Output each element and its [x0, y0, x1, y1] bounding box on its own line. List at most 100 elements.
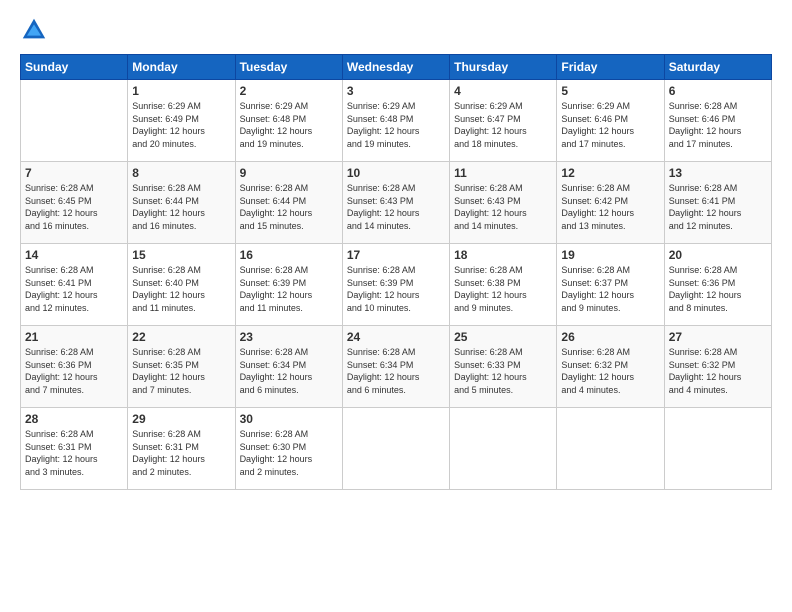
- calendar-cell: 26 Sunrise: 6:28 AM Sunset: 6:32 PM Dayli…: [557, 326, 664, 408]
- calendar-body: 1 Sunrise: 6:29 AM Sunset: 6:49 PM Daylig…: [21, 80, 772, 490]
- day-info: Sunrise: 6:28 AM Sunset: 6:43 PM Dayligh…: [454, 182, 552, 232]
- day-info: Sunrise: 6:29 AM Sunset: 6:47 PM Dayligh…: [454, 100, 552, 150]
- day-number: 23: [240, 330, 338, 344]
- day-info: Sunrise: 6:28 AM Sunset: 6:32 PM Dayligh…: [669, 346, 767, 396]
- day-number: 25: [454, 330, 552, 344]
- day-header: Tuesday: [235, 55, 342, 80]
- calendar-cell: 24 Sunrise: 6:28 AM Sunset: 6:34 PM Dayli…: [342, 326, 449, 408]
- day-info: Sunrise: 6:28 AM Sunset: 6:34 PM Dayligh…: [347, 346, 445, 396]
- day-info: Sunrise: 6:28 AM Sunset: 6:31 PM Dayligh…: [132, 428, 230, 478]
- day-info: Sunrise: 6:28 AM Sunset: 6:32 PM Dayligh…: [561, 346, 659, 396]
- calendar-cell: 22 Sunrise: 6:28 AM Sunset: 6:35 PM Dayli…: [128, 326, 235, 408]
- day-info: Sunrise: 6:28 AM Sunset: 6:44 PM Dayligh…: [240, 182, 338, 232]
- day-number: 11: [454, 166, 552, 180]
- calendar-cell: 19 Sunrise: 6:28 AM Sunset: 6:37 PM Dayli…: [557, 244, 664, 326]
- calendar-cell: 5 Sunrise: 6:29 AM Sunset: 6:46 PM Daylig…: [557, 80, 664, 162]
- day-number: 28: [25, 412, 123, 426]
- day-info: Sunrise: 6:28 AM Sunset: 6:38 PM Dayligh…: [454, 264, 552, 314]
- day-number: 20: [669, 248, 767, 262]
- day-number: 26: [561, 330, 659, 344]
- calendar-header: SundayMondayTuesdayWednesdayThursdayFrid…: [21, 55, 772, 80]
- calendar-cell: [342, 408, 449, 490]
- day-number: 7: [25, 166, 123, 180]
- logo-icon: [20, 16, 48, 44]
- day-info: Sunrise: 6:29 AM Sunset: 6:49 PM Dayligh…: [132, 100, 230, 150]
- day-number: 1: [132, 84, 230, 98]
- day-number: 17: [347, 248, 445, 262]
- day-number: 22: [132, 330, 230, 344]
- day-number: 4: [454, 84, 552, 98]
- day-info: Sunrise: 6:28 AM Sunset: 6:43 PM Dayligh…: [347, 182, 445, 232]
- day-number: 13: [669, 166, 767, 180]
- day-header: Wednesday: [342, 55, 449, 80]
- day-number: 18: [454, 248, 552, 262]
- day-number: 6: [669, 84, 767, 98]
- calendar-cell: 23Sunrise: 6:28 AM Sunset: 6:34 PM Dayli…: [235, 326, 342, 408]
- day-info: Sunrise: 6:28 AM Sunset: 6:40 PM Dayligh…: [132, 264, 230, 314]
- day-info: Sunrise: 6:28 AM Sunset: 6:45 PM Dayligh…: [25, 182, 123, 232]
- day-info: Sunrise: 6:28 AM Sunset: 6:39 PM Dayligh…: [240, 264, 338, 314]
- day-info: Sunrise: 6:28 AM Sunset: 6:46 PM Dayligh…: [669, 100, 767, 150]
- calendar-cell: 21Sunrise: 6:28 AM Sunset: 6:36 PM Dayli…: [21, 326, 128, 408]
- day-info: Sunrise: 6:28 AM Sunset: 6:31 PM Dayligh…: [25, 428, 123, 478]
- calendar-cell: 14 Sunrise: 6:28 AM Sunset: 6:41 PM Dayli…: [21, 244, 128, 326]
- day-number: 9: [240, 166, 338, 180]
- day-number: 16: [240, 248, 338, 262]
- day-number: 14: [25, 248, 123, 262]
- calendar-cell: 20 Sunrise: 6:28 AM Sunset: 6:36 PM Dayli…: [664, 244, 771, 326]
- calendar-cell: 16 Sunrise: 6:28 AM Sunset: 6:39 PM Dayli…: [235, 244, 342, 326]
- day-number: 19: [561, 248, 659, 262]
- page: SundayMondayTuesdayWednesdayThursdayFrid…: [0, 0, 792, 612]
- calendar-cell: 3 Sunrise: 6:29 AM Sunset: 6:48 PM Daylig…: [342, 80, 449, 162]
- calendar-cell: [21, 80, 128, 162]
- calendar-cell: 1 Sunrise: 6:29 AM Sunset: 6:49 PM Daylig…: [128, 80, 235, 162]
- day-number: 2: [240, 84, 338, 98]
- day-number: 3: [347, 84, 445, 98]
- calendar-cell: 18 Sunrise: 6:28 AM Sunset: 6:38 PM Dayli…: [450, 244, 557, 326]
- day-header: Thursday: [450, 55, 557, 80]
- day-number: 12: [561, 166, 659, 180]
- day-info: Sunrise: 6:28 AM Sunset: 6:30 PM Dayligh…: [240, 428, 338, 478]
- calendar-cell: 11 Sunrise: 6:28 AM Sunset: 6:43 PM Dayli…: [450, 162, 557, 244]
- calendar-cell: 13 Sunrise: 6:28 AM Sunset: 6:41 PM Dayli…: [664, 162, 771, 244]
- day-number: 8: [132, 166, 230, 180]
- calendar-cell: 2 Sunrise: 6:29 AM Sunset: 6:48 PM Daylig…: [235, 80, 342, 162]
- day-header: Saturday: [664, 55, 771, 80]
- day-number: 21: [25, 330, 123, 344]
- day-info: Sunrise: 6:28 AM Sunset: 6:41 PM Dayligh…: [669, 182, 767, 232]
- day-number: 24: [347, 330, 445, 344]
- calendar-cell: 10 Sunrise: 6:28 AM Sunset: 6:43 PM Dayli…: [342, 162, 449, 244]
- day-header: Sunday: [21, 55, 128, 80]
- day-info: Sunrise: 6:29 AM Sunset: 6:48 PM Dayligh…: [240, 100, 338, 150]
- calendar-cell: 15 Sunrise: 6:28 AM Sunset: 6:40 PM Dayli…: [128, 244, 235, 326]
- calendar-cell: 28 Sunrise: 6:28 AM Sunset: 6:31 PM Dayli…: [21, 408, 128, 490]
- calendar-cell: 9 Sunrise: 6:28 AM Sunset: 6:44 PM Daylig…: [235, 162, 342, 244]
- day-header: Monday: [128, 55, 235, 80]
- calendar-cell: 8 Sunrise: 6:28 AM Sunset: 6:44 PM Daylig…: [128, 162, 235, 244]
- header: [20, 16, 772, 44]
- day-number: 5: [561, 84, 659, 98]
- calendar-cell: 12Sunrise: 6:28 AM Sunset: 6:42 PM Dayli…: [557, 162, 664, 244]
- day-info: Sunrise: 6:28 AM Sunset: 6:41 PM Dayligh…: [25, 264, 123, 314]
- calendar-cell: 25Sunrise: 6:28 AM Sunset: 6:33 PM Dayli…: [450, 326, 557, 408]
- day-info: Sunrise: 6:28 AM Sunset: 6:36 PM Dayligh…: [669, 264, 767, 314]
- calendar-cell: 6 Sunrise: 6:28 AM Sunset: 6:46 PM Daylig…: [664, 80, 771, 162]
- day-info: Sunrise: 6:28 AM Sunset: 6:44 PM Dayligh…: [132, 182, 230, 232]
- day-info: Sunrise: 6:29 AM Sunset: 6:48 PM Dayligh…: [347, 100, 445, 150]
- day-number: 15: [132, 248, 230, 262]
- calendar-cell: 29Sunrise: 6:28 AM Sunset: 6:31 PM Dayli…: [128, 408, 235, 490]
- day-info: Sunrise: 6:28 AM Sunset: 6:35 PM Dayligh…: [132, 346, 230, 396]
- calendar-cell: [450, 408, 557, 490]
- day-header: Friday: [557, 55, 664, 80]
- calendar-cell: 27 Sunrise: 6:28 AM Sunset: 6:32 PM Dayli…: [664, 326, 771, 408]
- calendar-cell: 30Sunrise: 6:28 AM Sunset: 6:30 PM Dayli…: [235, 408, 342, 490]
- calendar-cell: 7 Sunrise: 6:28 AM Sunset: 6:45 PM Daylig…: [21, 162, 128, 244]
- calendar-table: SundayMondayTuesdayWednesdayThursdayFrid…: [20, 54, 772, 490]
- day-info: Sunrise: 6:28 AM Sunset: 6:37 PM Dayligh…: [561, 264, 659, 314]
- day-info: Sunrise: 6:29 AM Sunset: 6:46 PM Dayligh…: [561, 100, 659, 150]
- day-number: 10: [347, 166, 445, 180]
- calendar-cell: [557, 408, 664, 490]
- calendar-cell: 4 Sunrise: 6:29 AM Sunset: 6:47 PM Daylig…: [450, 80, 557, 162]
- calendar-cell: 17Sunrise: 6:28 AM Sunset: 6:39 PM Dayli…: [342, 244, 449, 326]
- day-number: 27: [669, 330, 767, 344]
